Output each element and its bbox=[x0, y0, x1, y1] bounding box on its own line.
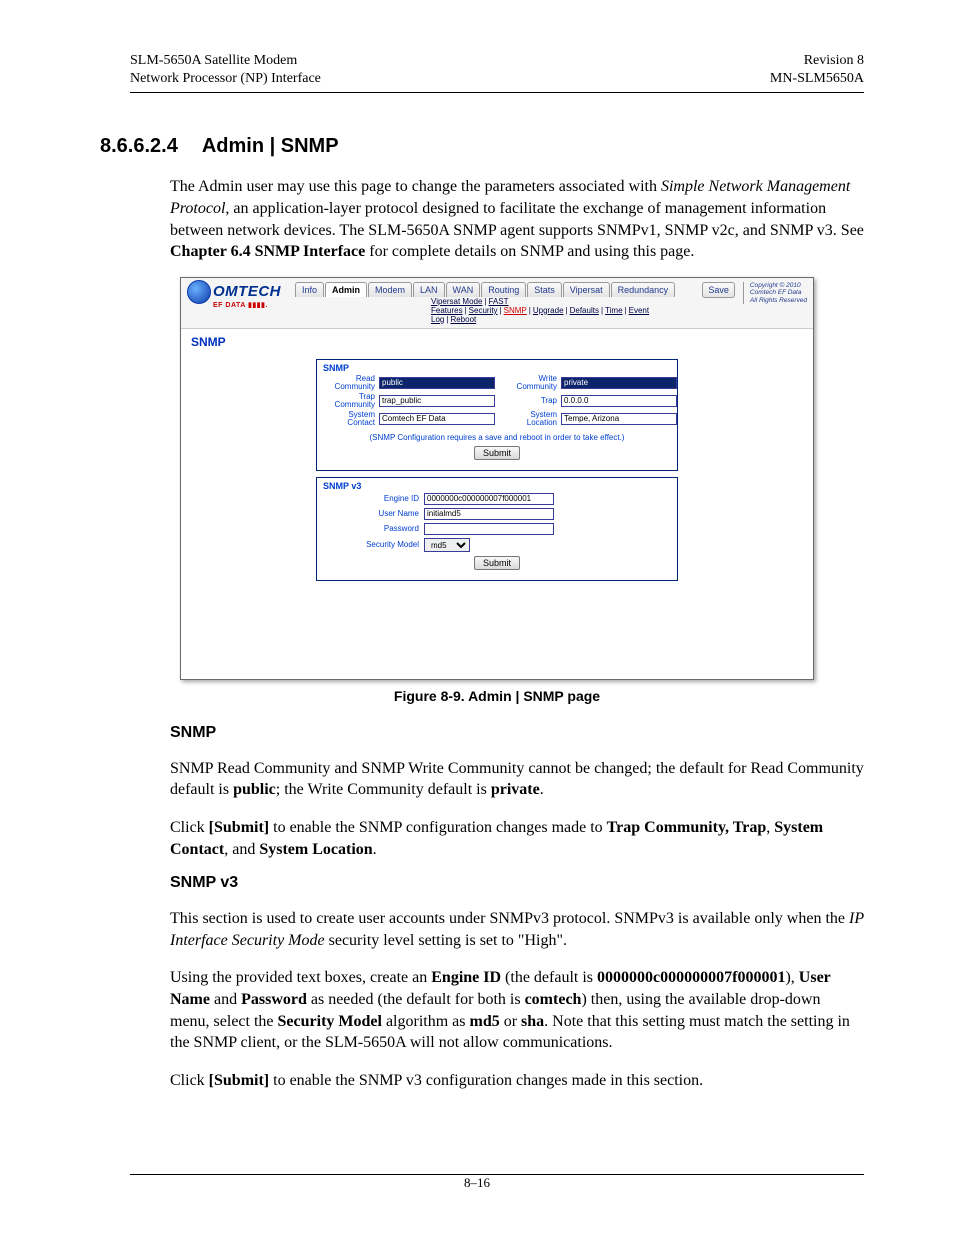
tab-vipersat[interactable]: Vipersat bbox=[563, 282, 610, 297]
brand-name: OMTECH bbox=[213, 283, 281, 300]
password-label: Password bbox=[323, 524, 419, 533]
tab-redundancy[interactable]: Redundancy bbox=[611, 282, 676, 297]
header-left-2: Network Processor (NP) Interface bbox=[130, 70, 321, 88]
page-title: SNMP bbox=[191, 335, 803, 349]
snmp-box: SNMP Read Community Write Community bbox=[316, 359, 678, 471]
snmp-webshot: OMTECH EF DATA ▮▮▮▮. InfoAdminModemLANWA… bbox=[180, 277, 814, 680]
sub-nav: Vipersat Mode|FAST Features|Security|SNM… bbox=[431, 297, 696, 324]
system-location-label: System Location bbox=[505, 411, 557, 427]
engine-id-label: Engine ID bbox=[323, 494, 419, 503]
section-heading: 8.6.6.2.4 Admin | SNMP bbox=[100, 135, 864, 158]
snmp-paragraph-1: SNMP Read Community and SNMP Write Commu… bbox=[170, 758, 864, 801]
page-number: 8–16 bbox=[0, 1175, 954, 1191]
password-input[interactable] bbox=[424, 523, 554, 535]
v3-paragraph-2: Using the provided text boxes, create an… bbox=[170, 967, 864, 1053]
subnav-snmp[interactable]: SNMP bbox=[504, 306, 527, 315]
security-model-label: Security Model bbox=[323, 540, 419, 549]
v3-paragraph-3: Click [Submit] to enable the SNMP v3 con… bbox=[170, 1070, 864, 1092]
trap-community-input[interactable] bbox=[379, 395, 495, 407]
section-number: 8.6.6.2.4 bbox=[100, 135, 178, 157]
tab-admin[interactable]: Admin bbox=[325, 282, 367, 297]
section-title: Admin | SNMP bbox=[202, 135, 339, 157]
tab-info[interactable]: Info bbox=[295, 282, 324, 297]
header-rule bbox=[130, 92, 864, 93]
tab-routing[interactable]: Routing bbox=[481, 282, 526, 297]
snmp-submit-button[interactable]: Submit bbox=[474, 446, 520, 460]
brand-subline: EF DATA ▮▮▮▮. bbox=[213, 301, 287, 309]
subnav-upgrade[interactable]: Upgrade bbox=[533, 306, 564, 315]
trap-input[interactable] bbox=[561, 395, 677, 407]
tab-modem[interactable]: Modem bbox=[368, 282, 412, 297]
tab-stats[interactable]: Stats bbox=[527, 282, 562, 297]
page-header: SLM-5650A Satellite Modem Network Proces… bbox=[130, 52, 864, 88]
security-model-select[interactable]: md5 bbox=[424, 538, 470, 552]
subnav-reboot[interactable]: Reboot bbox=[450, 315, 476, 324]
trap-community-label: Trap Community bbox=[323, 393, 375, 409]
tab-lan[interactable]: LAN bbox=[413, 282, 445, 297]
write-community-input[interactable] bbox=[561, 377, 677, 389]
webshot-header: OMTECH EF DATA ▮▮▮▮. InfoAdminModemLANWA… bbox=[181, 278, 813, 328]
user-name-label: User Name bbox=[323, 509, 419, 518]
header-right-2: MN-SLM5650A bbox=[770, 70, 864, 88]
read-community-input[interactable] bbox=[379, 377, 495, 389]
header-left-1: SLM-5650A Satellite Modem bbox=[130, 52, 321, 70]
subnav-defaults[interactable]: Defaults bbox=[570, 306, 599, 315]
snmp-subheading: SNMP bbox=[170, 724, 864, 742]
intro-paragraph: The Admin user may use this page to chan… bbox=[170, 176, 864, 262]
copyright: Copyright © 2010 Comtech EF Data All Rig… bbox=[743, 282, 807, 304]
figure-caption: Figure 8-9. Admin | SNMP page bbox=[130, 688, 864, 704]
snmpv3-submit-button[interactable]: Submit bbox=[474, 556, 520, 570]
tab-wan[interactable]: WAN bbox=[446, 282, 481, 297]
snmp-note: (SNMP Configuration requires a save and … bbox=[323, 433, 671, 442]
write-community-label: Write Community bbox=[505, 375, 557, 391]
globe-icon bbox=[187, 280, 211, 304]
read-community-label: Read Community bbox=[323, 375, 375, 391]
engine-id-input[interactable] bbox=[424, 493, 554, 505]
system-location-input[interactable] bbox=[561, 413, 677, 425]
save-button[interactable]: Save bbox=[702, 282, 735, 298]
system-contact-label: System Contact bbox=[323, 411, 375, 427]
snmpv3-box-title: SNMP v3 bbox=[317, 478, 677, 491]
v3-paragraph-1: This section is used to create user acco… bbox=[170, 908, 864, 951]
subnav-vipersat-mode[interactable]: Vipersat Mode bbox=[431, 297, 482, 306]
snmp-box-title: SNMP bbox=[317, 360, 677, 373]
webshot-body: SNMP SNMP Read Community Write Community bbox=[181, 328, 813, 679]
snmp-paragraph-2: Click [Submit] to enable the SNMP config… bbox=[170, 817, 864, 860]
snmpv3-box: SNMP v3 Engine ID User Name Password bbox=[316, 477, 678, 581]
main-tabs: InfoAdminModemLANWANRoutingStatsVipersat… bbox=[295, 282, 696, 297]
header-right-1: Revision 8 bbox=[770, 52, 864, 70]
system-contact-input[interactable] bbox=[379, 413, 495, 425]
snmpv3-subheading: SNMP v3 bbox=[170, 874, 864, 892]
trap-label: Trap bbox=[505, 397, 557, 405]
subnav-security[interactable]: Security bbox=[469, 306, 498, 315]
user-name-input[interactable] bbox=[424, 508, 554, 520]
subnav-time[interactable]: Time bbox=[605, 306, 622, 315]
